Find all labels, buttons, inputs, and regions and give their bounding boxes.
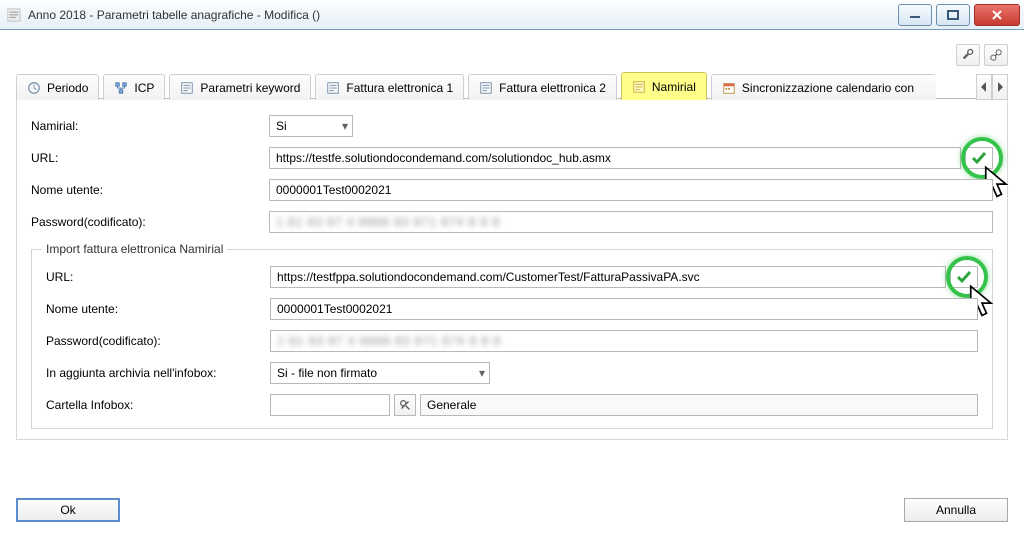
label-folder: Cartella Infobox: xyxy=(46,398,270,412)
footer: Ok Annulla xyxy=(16,488,1008,530)
input-value: 0000001Test0002021 xyxy=(277,302,392,316)
tab-label: Namirial xyxy=(652,80,696,94)
button-label: Annulla xyxy=(936,503,976,517)
form-icon xyxy=(326,81,340,95)
input-import-user[interactable]: 0000001Test0002021 xyxy=(270,298,978,320)
verify-url-button[interactable] xyxy=(965,147,993,169)
window-controls xyxy=(898,0,1024,29)
input-value: 1 81 83 87 4 8888 83 871 874 8 8 8 xyxy=(277,334,501,348)
tab-label: Fattura elettronica 1 xyxy=(346,81,453,95)
label-archive: In aggiunta archivia nell'infobox: xyxy=(46,366,270,380)
cancel-button[interactable]: Annulla xyxy=(904,498,1008,522)
select-value: Si - file non firmato xyxy=(277,366,377,380)
tab-scroll-right[interactable] xyxy=(992,74,1008,100)
tab-icp[interactable]: ICP xyxy=(103,74,165,100)
input-password[interactable]: 1 81 83 87 4 8888 83 871 874 8 8 8 xyxy=(269,211,993,233)
input-import-password[interactable]: 1 81 83 87 4 8888 83 871 874 8 8 8 xyxy=(270,330,978,352)
input-value: Generale xyxy=(427,398,476,412)
close-button[interactable] xyxy=(974,4,1020,26)
form-icon xyxy=(180,81,194,95)
group-import: Import fattura elettronica Namirial URL:… xyxy=(31,249,993,429)
input-value: 1 81 83 87 4 8888 83 871 874 8 8 8 xyxy=(276,215,500,229)
verify-import-url-button[interactable] xyxy=(950,266,978,288)
tab-parametri-keyword[interactable]: Parametri keyword xyxy=(169,74,311,100)
tab-scroll-left[interactable] xyxy=(976,74,992,100)
tab-sincronizzazione[interactable]: Sincronizzazione calendario con xyxy=(711,74,936,100)
tab-periodo[interactable]: Periodo xyxy=(16,74,99,100)
label-url: URL: xyxy=(31,151,269,165)
tree-icon xyxy=(114,81,128,95)
tab-label: Fattura elettronica 2 xyxy=(499,81,606,95)
label-namirial: Namirial: xyxy=(31,119,269,133)
maximize-button[interactable] xyxy=(936,4,970,26)
link-icon[interactable] xyxy=(984,44,1008,66)
select-namirial[interactable]: Si ▾ xyxy=(269,115,353,137)
titlebar: Anno 2018 - Parametri tabelle anagrafich… xyxy=(0,0,1024,30)
select-value: Si xyxy=(276,119,287,133)
calendar-icon xyxy=(722,81,736,95)
input-value: https://testfe.solutiondocondemand.com/s… xyxy=(276,151,611,165)
panel-namirial: Namirial: Si ▾ URL: https://testfe.solut… xyxy=(16,99,1008,440)
label-password: Password(codificato): xyxy=(31,215,269,229)
tab-label: Sincronizzazione calendario con xyxy=(742,81,914,95)
input-folder-code[interactable] xyxy=(270,394,390,416)
tab-fattura-2[interactable]: Fattura elettronica 2 xyxy=(468,74,617,100)
input-value: 0000001Test0002021 xyxy=(276,183,391,197)
button-label: Ok xyxy=(60,503,75,517)
label-import-url: URL: xyxy=(46,270,270,284)
tab-label: ICP xyxy=(134,81,154,95)
ok-button[interactable]: Ok xyxy=(16,498,120,522)
input-import-url[interactable]: https://testfppa.solutiondocondemand.com… xyxy=(270,266,946,288)
input-folder-name[interactable]: Generale xyxy=(420,394,978,416)
tab-namirial[interactable]: Namirial xyxy=(621,72,707,100)
lookup-button[interactable] xyxy=(394,394,416,416)
tab-label: Parametri keyword xyxy=(200,81,300,95)
tab-strip: Periodo ICP Parametri keyword Fattura el… xyxy=(16,72,1008,99)
tab-fattura-1[interactable]: Fattura elettronica 1 xyxy=(315,74,464,100)
label-import-user: Nome utente: xyxy=(46,302,270,316)
select-archive[interactable]: Si - file non firmato ▾ xyxy=(270,362,490,384)
input-user[interactable]: 0000001Test0002021 xyxy=(269,179,993,201)
minimize-button[interactable] xyxy=(898,4,932,26)
label-import-password: Password(codificato): xyxy=(46,334,270,348)
tab-label: Periodo xyxy=(47,81,88,95)
tool-row xyxy=(16,44,1008,66)
form-icon xyxy=(632,80,646,94)
app-icon xyxy=(6,7,22,23)
input-url[interactable]: https://testfe.solutiondocondemand.com/s… xyxy=(269,147,961,169)
input-value: https://testfppa.solutiondocondemand.com… xyxy=(277,270,700,284)
wrench-icon[interactable] xyxy=(956,44,980,66)
group-title: Import fattura elettronica Namirial xyxy=(42,242,227,256)
chevron-down-icon: ▾ xyxy=(479,366,485,380)
label-user: Nome utente: xyxy=(31,183,269,197)
chevron-down-icon: ▾ xyxy=(342,119,348,133)
form-icon xyxy=(479,81,493,95)
window-title: Anno 2018 - Parametri tabelle anagrafich… xyxy=(28,8,898,22)
clock-icon xyxy=(27,81,41,95)
